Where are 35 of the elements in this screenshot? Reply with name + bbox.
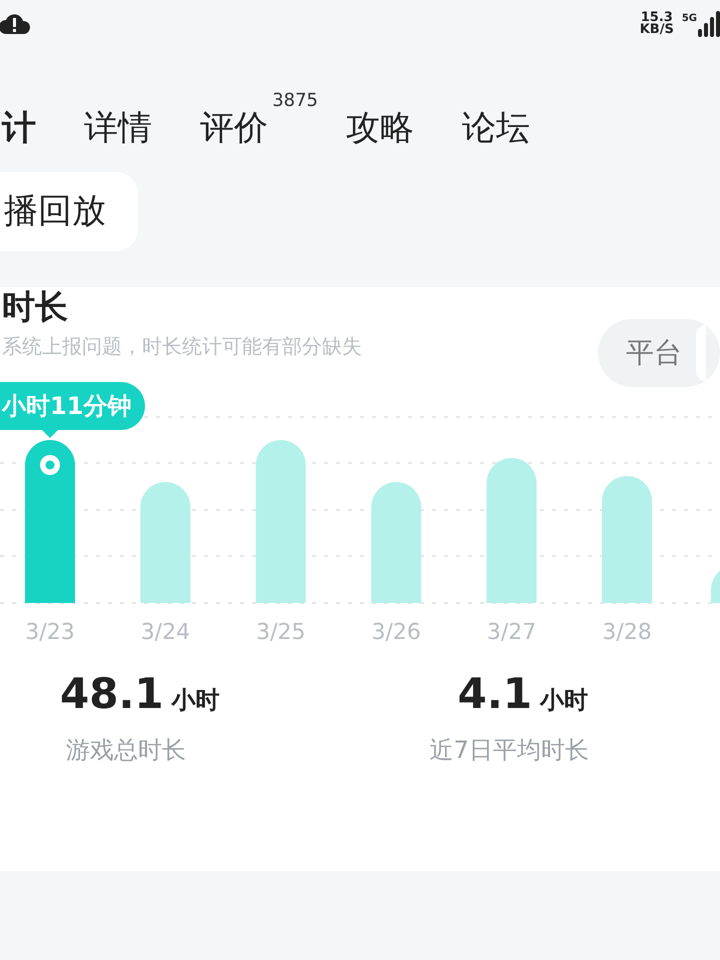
replay-chip[interactable]: 播回放 [0,172,138,251]
tab[interactable]: 论坛 [462,108,530,148]
card-title: 时长 [2,287,68,327]
axis-label: 3/25 [256,620,306,645]
stat-value: 48.1 [60,672,164,715]
tab[interactable]: 攻略 [346,108,414,148]
axis-label: 3/28 [602,620,652,645]
axis-label: 3/23 [25,620,75,645]
network-unit: KB/S [640,24,674,36]
tab[interactable]: 详情 [84,108,152,148]
axis-label: 3/26 [372,620,421,645]
tooltip-pointer [42,430,58,438]
stat-unit: 小时 [172,684,220,716]
axis-label: 3/24 [140,620,190,645]
chart-bar[interactable] [140,482,190,603]
stat-value: 4.1 [458,672,532,715]
marker-icon [40,454,60,475]
network-speed: 15.3 [640,12,674,24]
chart-bar[interactable] [256,440,306,603]
chart-bar[interactable] [25,440,75,603]
card-subtitle: 系统上报问题，时长统计可能有部分缺失 [2,332,362,360]
tab[interactable]: 计 [2,108,36,148]
platform-toggle[interactable]: 平台 [598,319,720,387]
cloud-alert-icon [0,12,32,36]
axis-label: 3/27 [486,620,536,645]
review-count: 3875 [272,90,318,112]
stat-unit: 小时 [540,684,588,716]
chart-bar[interactable] [486,458,537,603]
chart-bar[interactable] [602,476,652,603]
stat-label: 游戏总时长 [66,734,187,766]
stat-label: 近7日平均时长 [430,734,589,766]
signal-icon [698,11,720,37]
chart-bar[interactable] [371,482,422,603]
value-tooltip: 小时11分钟 [0,382,146,430]
signal-type: 5G [682,12,697,26]
